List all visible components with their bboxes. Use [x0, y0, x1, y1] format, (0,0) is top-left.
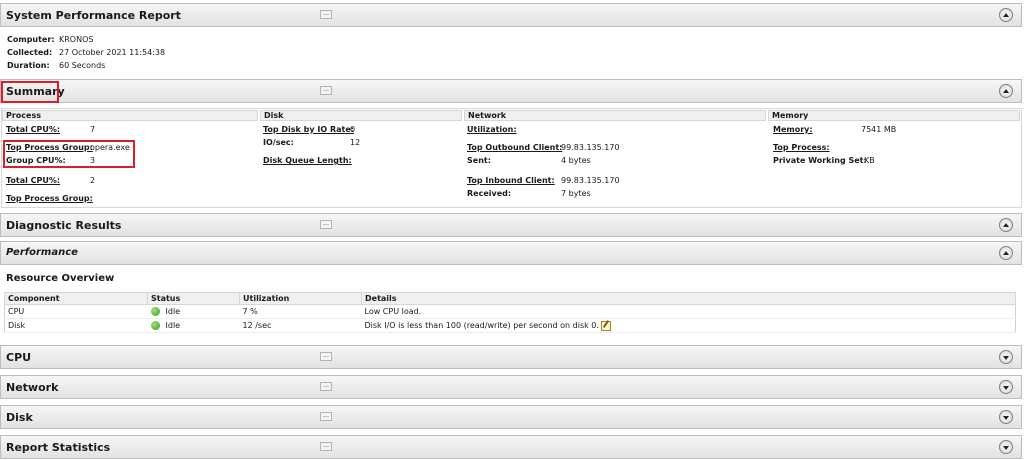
green-status-icon: [150, 321, 160, 330]
utilization-cell: 12 /sec: [239, 318, 362, 333]
network-column-header: Network: [464, 110, 766, 121]
section-icon: [320, 412, 332, 421]
memory-link[interactable]: Memory:: [773, 125, 813, 135]
collected-value: 27 October 2021 11:54:38: [59, 48, 166, 57]
utilization-cell: 7 %: [239, 304, 362, 319]
component-cell: CPU: [4, 304, 148, 319]
utilization-link[interactable]: Utilization:: [467, 125, 517, 135]
edit-note-icon[interactable]: [600, 320, 611, 331]
group-cpu-label: Group CPU%:: [6, 156, 66, 165]
performance-header[interactable]: Performance: [0, 241, 1022, 265]
total-cpu-value: 7: [90, 125, 96, 134]
collapse-up-icon[interactable]: [999, 218, 1013, 232]
expand-down-icon[interactable]: [999, 440, 1013, 454]
cpu-section-header[interactable]: CPU: [0, 345, 1022, 369]
collapse-up-icon[interactable]: [999, 8, 1013, 22]
green-status-icon: [150, 307, 160, 316]
sent-value: 4 bytes: [561, 156, 591, 165]
report-info: Computer: KRONOS Collected: 27 October 2…: [7, 34, 165, 73]
io-sec-value: 12: [350, 138, 361, 147]
cpu-section-title: CPU: [6, 351, 32, 364]
details-text: Disk I/O is less than 100 (read/write) p…: [364, 320, 599, 330]
report-title: System Performance Report: [6, 9, 181, 22]
private-working-set-label: Private Working Set:: [773, 156, 867, 165]
memory-column-header: Memory: [768, 110, 1020, 121]
collected-label: Collected:: [7, 48, 53, 57]
section-icon: [320, 10, 332, 19]
top-inbound-value: 99.83.135.170: [561, 176, 620, 185]
resource-overview-table: Component Status Utilization Details CPU…: [4, 292, 1016, 333]
process-column-header: Process: [2, 110, 258, 121]
table-row: CPU Idle 7 % Low CPU load.: [4, 304, 1016, 319]
report-statistics-title: Report Statistics: [6, 441, 111, 454]
top-process-group-2-link[interactable]: Top Process Group:: [6, 194, 93, 204]
total-cpu-2-value: 2: [90, 176, 96, 185]
column-header-utilization: Utilization: [239, 292, 362, 305]
top-process-group-link[interactable]: Top Process Group:: [6, 143, 93, 153]
top-process-group-value: opera.exe: [90, 143, 130, 152]
network-section-header[interactable]: Network: [0, 375, 1022, 399]
status-cell: Idle: [147, 304, 240, 319]
computer-label: Computer:: [7, 35, 55, 44]
disk-section-header[interactable]: Disk: [0, 405, 1022, 429]
top-outbound-value: 99.83.135.170: [561, 143, 620, 152]
expand-down-icon[interactable]: [999, 410, 1013, 424]
disk-section-title: Disk: [6, 411, 33, 424]
section-icon: [320, 352, 332, 361]
report-header[interactable]: System Performance Report: [0, 3, 1022, 27]
disk-queue-link[interactable]: Disk Queue Length:: [263, 156, 352, 166]
top-inbound-link[interactable]: Top Inbound Client:: [467, 176, 555, 186]
network-section-title: Network: [6, 381, 59, 394]
expand-down-icon[interactable]: [999, 380, 1013, 394]
received-value: 7 bytes: [561, 189, 591, 198]
column-header-component: Component: [4, 292, 148, 305]
section-icon: [320, 442, 332, 451]
component-cell: Disk: [4, 318, 148, 333]
details-cell: Disk I/O is less than 100 (read/write) p…: [361, 318, 1016, 333]
group-cpu-value: 3: [90, 156, 96, 165]
collapse-up-icon[interactable]: [999, 246, 1013, 260]
sent-label: Sent:: [467, 156, 491, 165]
section-icon: [320, 382, 332, 391]
diagnostic-results-title: Diagnostic Results: [6, 219, 122, 232]
performance-title: Performance: [6, 247, 78, 258]
diagnostic-results-header[interactable]: Diagnostic Results: [0, 213, 1022, 237]
duration-label: Duration:: [7, 61, 50, 70]
top-outbound-link[interactable]: Top Outbound Client:: [467, 143, 562, 153]
details-cell: Low CPU load.: [361, 304, 1016, 319]
top-disk-value: 0: [350, 125, 356, 134]
total-cpu-2-link[interactable]: Total CPU%:: [6, 176, 60, 186]
table-row: Disk Idle 12 /sec Disk I/O is less than …: [4, 318, 1016, 333]
total-cpu-link[interactable]: Total CPU%:: [6, 125, 60, 135]
resource-overview-title: Resource Overview: [6, 273, 115, 284]
memory-value: 7541 MB: [861, 125, 897, 134]
collapse-up-icon[interactable]: [999, 84, 1013, 98]
report-statistics-header[interactable]: Report Statistics: [0, 435, 1022, 459]
expand-down-icon[interactable]: [999, 350, 1013, 364]
received-label: Received:: [467, 189, 512, 198]
top-disk-link[interactable]: Top Disk by IO Rate:: [263, 125, 354, 135]
duration-value: 60 Seconds: [59, 61, 106, 70]
status-text: Idle: [165, 307, 181, 316]
top-process-link[interactable]: Top Process:: [773, 143, 830, 153]
column-header-status: Status: [147, 292, 240, 305]
disk-column-header: Disk: [260, 110, 462, 121]
status-text: Idle: [165, 321, 181, 330]
column-header-details: Details: [361, 292, 1016, 305]
status-cell: Idle: [147, 318, 240, 333]
section-icon: [320, 220, 332, 229]
summary-title: Summary: [6, 85, 65, 98]
private-working-set-value: KB: [864, 156, 875, 165]
computer-value: KRONOS: [59, 35, 94, 44]
section-icon: [320, 86, 332, 95]
summary-header[interactable]: Summary: [0, 79, 1022, 103]
io-sec-label: IO/sec:: [263, 138, 294, 147]
